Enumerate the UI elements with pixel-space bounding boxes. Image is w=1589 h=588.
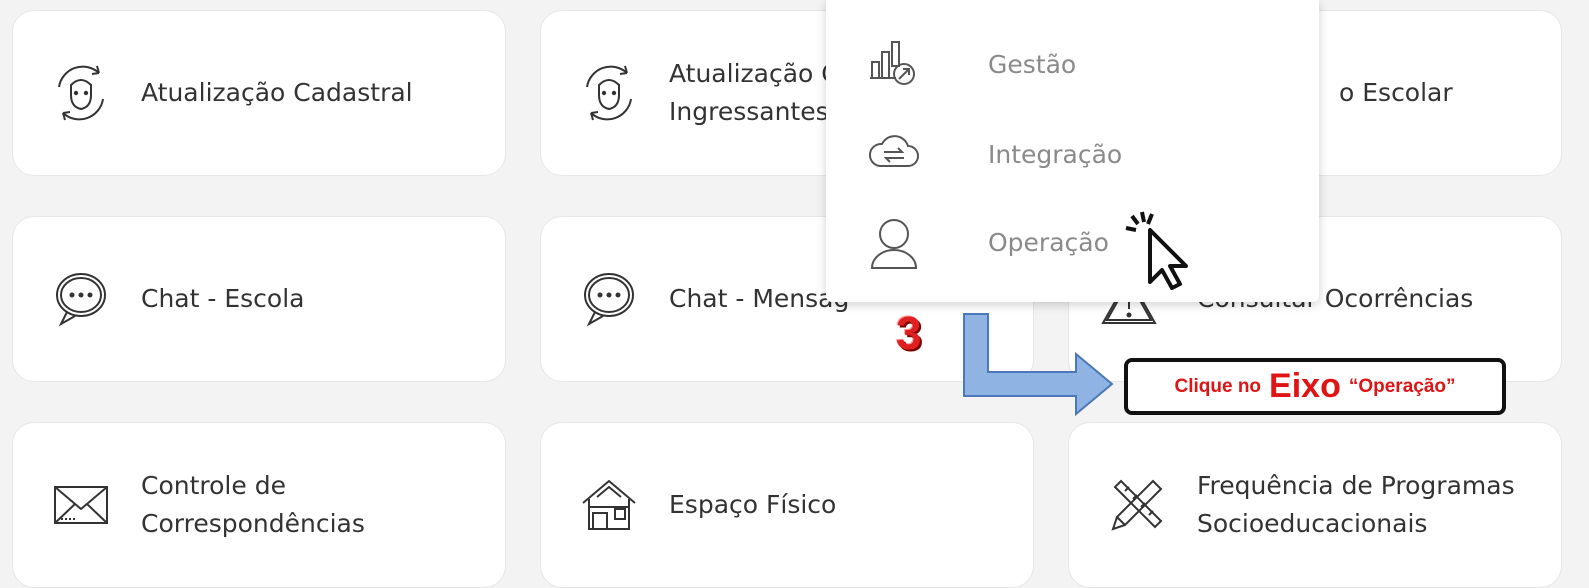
card-frequencia-programas[interactable]: Frequência de Programas Socioeducacionai… xyxy=(1068,422,1562,588)
callout-emphasis: Eixo xyxy=(1269,367,1341,405)
card-espaco-fisico[interactable]: Espaço Físico xyxy=(540,422,1034,588)
card-label: Atualização Cadastral xyxy=(141,78,413,107)
face-refresh-icon xyxy=(58,65,104,121)
face-refresh-icon xyxy=(586,65,632,121)
pencil-ruler-icon xyxy=(1111,479,1163,531)
card-label: Espaço Físico xyxy=(669,490,837,519)
chat-bubble-icon xyxy=(584,273,634,327)
callout-prefix: Clique no xyxy=(1174,375,1262,397)
card-label: Atualização C Ingressantes xyxy=(669,59,839,126)
card-label: Controle de Correspondências xyxy=(141,471,365,538)
instruction-callout: Clique no Eixo “Operação” xyxy=(1124,358,1506,415)
chart-growth-icon xyxy=(870,41,915,85)
cloud-sync-icon xyxy=(868,135,919,167)
menu-item-label: Integração xyxy=(988,139,1123,169)
step-number: 3 xyxy=(896,307,922,359)
mouse-pointer-icon xyxy=(1125,211,1188,290)
envelope-icon xyxy=(54,486,108,524)
menu-item-label: Gestão xyxy=(988,49,1077,79)
user-outline-icon xyxy=(870,219,918,269)
card-atualizacao-cadastral[interactable]: Atualização Cadastral xyxy=(12,10,506,176)
card-label: Chat - Escola xyxy=(141,284,305,313)
building-icon xyxy=(582,479,636,530)
card-label: Chat - Mensag xyxy=(669,284,850,313)
card-chat-escola[interactable]: Chat - Escola xyxy=(12,216,506,382)
chat-bubble-icon xyxy=(56,273,106,327)
card-controle-correspondencias[interactable]: Controle de Correspondências xyxy=(12,422,506,588)
arrow-right-icon xyxy=(963,313,1114,416)
menu-item-operacao[interactable]: Operação xyxy=(826,202,1319,282)
menu-item-label: Operação xyxy=(988,227,1109,257)
menu-item-integracao[interactable]: Integração xyxy=(826,114,1319,194)
card-label: o Escolar xyxy=(1339,78,1453,107)
eixo-dropdown-menu: Gestão Integração Operação xyxy=(826,0,1319,302)
menu-item-gestao[interactable]: Gestão xyxy=(826,24,1319,104)
callout-suffix: “Operação” xyxy=(1348,375,1456,397)
card-label: Frequência de Programas Socioeducacionai… xyxy=(1197,471,1515,538)
